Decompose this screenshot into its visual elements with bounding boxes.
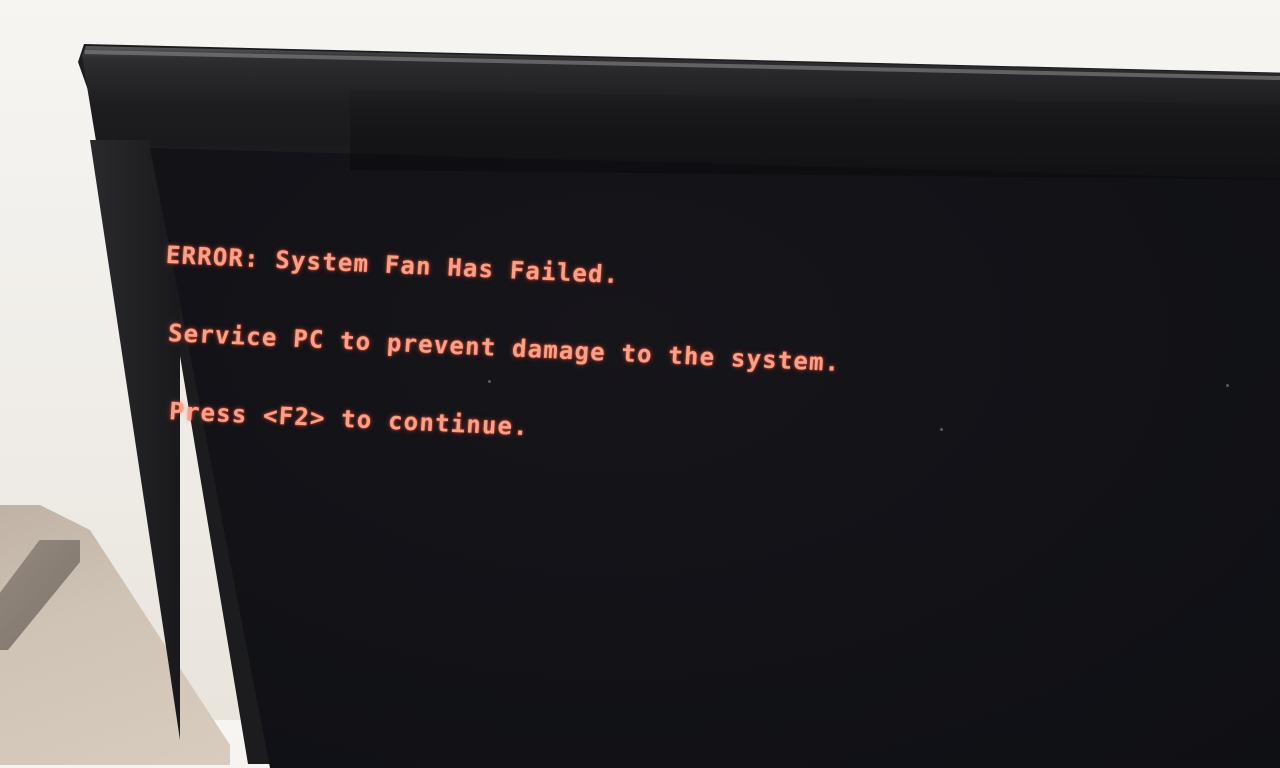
screen-dust-speck: [1226, 384, 1229, 387]
desk-corner: [0, 505, 230, 765]
screen-dust-speck: [940, 428, 943, 431]
screen-dust-speck: [488, 380, 491, 383]
bios-error-message: ERROR: System Fan Has Failed. Service PC…: [154, 190, 849, 480]
service-line: Service PC to prevent damage to the syst…: [167, 319, 842, 377]
press-f2-prompt[interactable]: Press <F2> to continue.: [156, 397, 837, 454]
error-line: ERROR: System Fan Has Failed.: [165, 240, 621, 290]
